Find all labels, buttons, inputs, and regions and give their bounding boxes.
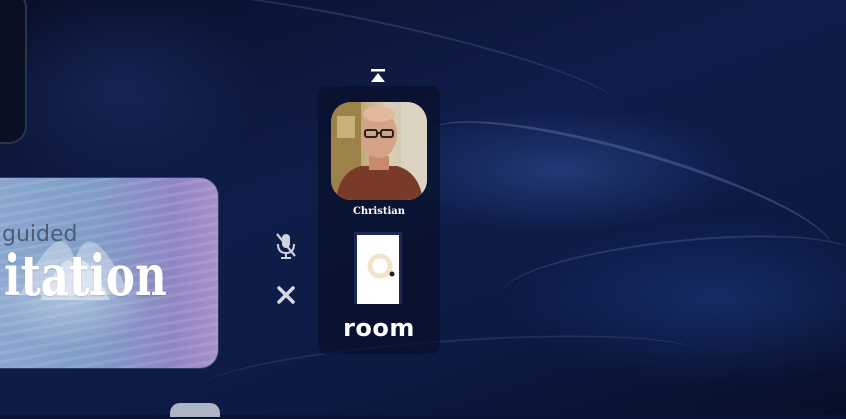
microphone-muted-icon[interactable] xyxy=(275,232,297,260)
close-icon[interactable] xyxy=(276,285,296,305)
avatar-photo xyxy=(331,102,427,200)
participant-name: Christian xyxy=(352,206,406,217)
side-window-frame[interactable] xyxy=(0,0,27,144)
participant-avatar[interactable] xyxy=(331,102,427,200)
door-icon[interactable] xyxy=(354,232,402,304)
room-label: room xyxy=(343,314,415,342)
card-title: itation xyxy=(4,243,167,309)
collapse-up-icon[interactable] xyxy=(368,68,388,84)
